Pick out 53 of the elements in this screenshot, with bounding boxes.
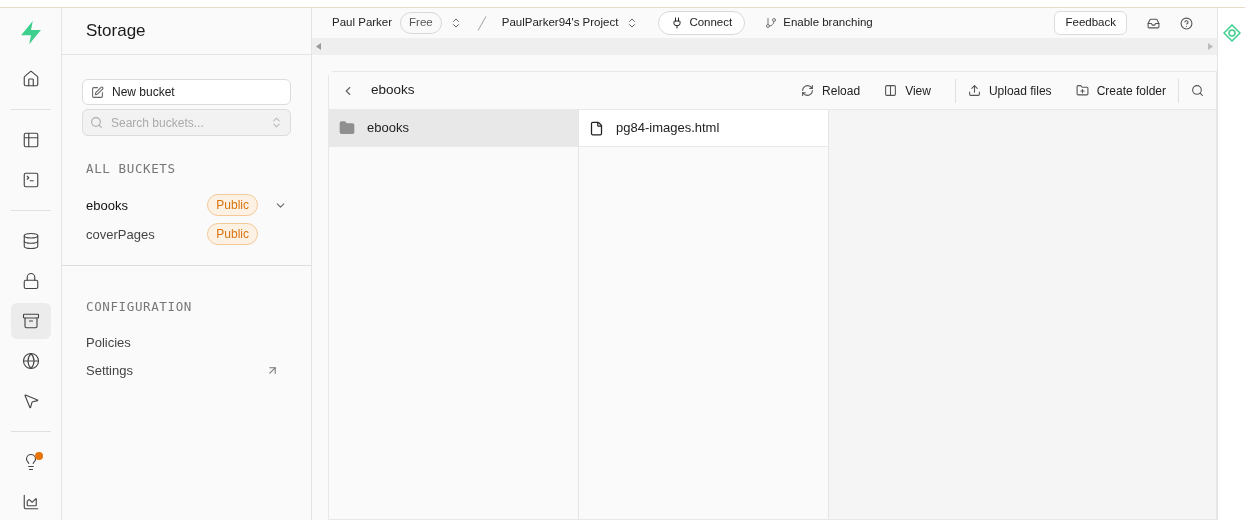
edit-icon [91, 85, 104, 99]
public-badge: Public [207, 194, 258, 217]
upload-icon [967, 84, 981, 97]
current-path: ebooks [371, 81, 415, 100]
bucket-item[interactable]: ebooks Public [82, 190, 291, 220]
search-icon[interactable] [1191, 84, 1204, 97]
table-icon [21, 131, 40, 150]
section-heading: CONFIGURATION [85, 297, 193, 316]
config-item[interactable]: Settings [82, 356, 291, 385]
storage-icon [21, 312, 40, 331]
chevrons-icon [270, 116, 283, 129]
branching-button[interactable]: Enable branching [765, 14, 873, 32]
lock-icon [21, 272, 40, 291]
search-field[interactable]: Search buckets... [82, 109, 291, 136]
terminal-icon [21, 171, 40, 190]
config-item[interactable]: Policies [82, 328, 291, 357]
home-icon [21, 70, 40, 89]
public-badge: Public [207, 223, 258, 246]
connect-button[interactable]: Connect [658, 11, 746, 35]
section-heading: ALL BUCKETS [85, 160, 177, 178]
reload-icon [801, 84, 815, 97]
search-icon [90, 116, 103, 129]
config-label: Policies [86, 333, 131, 352]
inbox-icon[interactable] [1147, 16, 1160, 30]
file-icon [589, 120, 604, 136]
feedback-button[interactable]: Feedback [1054, 11, 1127, 35]
bucket-name: ebooks [86, 196, 129, 215]
branch-icon [765, 17, 778, 29]
folder-plus-icon [1075, 84, 1089, 97]
bucket-item[interactable]: coverPages Public [82, 219, 291, 249]
database-icon [21, 232, 40, 251]
toolbar-button[interactable]: Create folder [1075, 81, 1166, 100]
nav-button[interactable] [10, 303, 51, 340]
new-bucket-button[interactable]: New bucket [82, 79, 291, 105]
panel-title: Storage [86, 20, 146, 43]
toolbar-button[interactable]: View [884, 81, 931, 100]
pointer-icon [21, 392, 40, 411]
item-name: ebooks [367, 119, 409, 138]
org-name[interactable]: Paul Parker [332, 14, 393, 32]
folder-icon [339, 120, 355, 136]
project-name[interactable]: PaulParker94's Project [501, 14, 619, 32]
columns-icon [884, 84, 898, 97]
plug-icon [671, 17, 684, 29]
folder-row[interactable]: ebooks [329, 110, 578, 147]
toolbar-button[interactable]: Reload [801, 81, 861, 100]
file-row[interactable]: pg84-images.html [579, 110, 828, 147]
bucket-name: coverPages [86, 225, 156, 244]
config-label: Settings [86, 361, 133, 380]
item-name: pg84-images.html [616, 119, 720, 138]
toolbar-button[interactable]: Upload files [967, 81, 1052, 100]
help-icon[interactable] [1180, 16, 1193, 30]
globe-icon [21, 352, 40, 371]
chart-icon [21, 493, 40, 512]
